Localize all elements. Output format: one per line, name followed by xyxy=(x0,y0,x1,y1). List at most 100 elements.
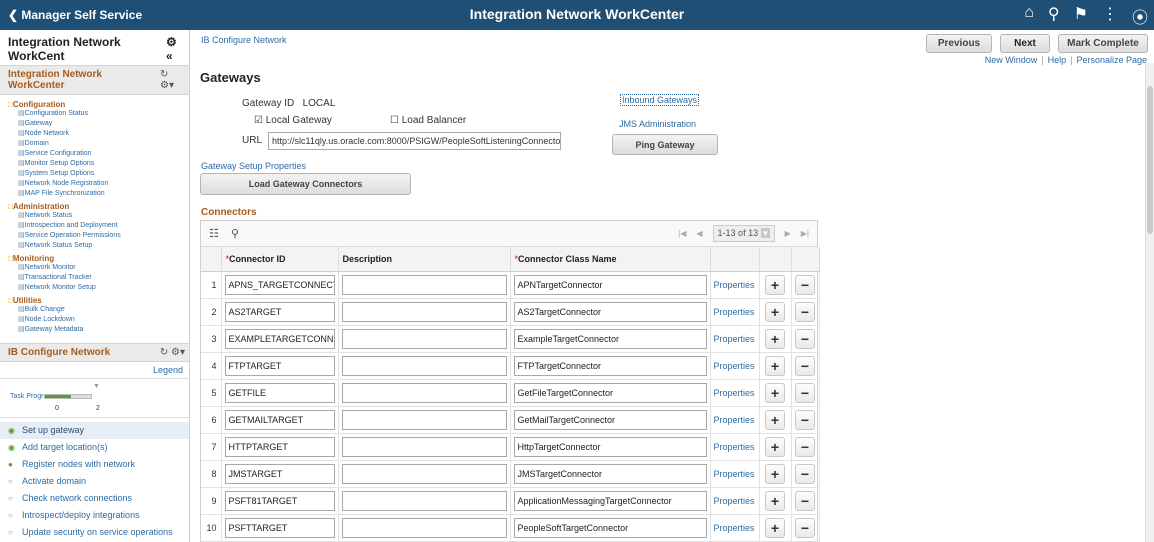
next-button[interactable]: Next xyxy=(1000,34,1050,53)
delete-row-icon[interactable]: − xyxy=(795,328,815,349)
refresh-icon[interactable]: ↻ ⚙▾ xyxy=(160,69,185,91)
next-page-icon[interactable]: ▶ xyxy=(785,229,791,238)
properties-link[interactable]: Properties xyxy=(714,334,755,344)
menu-group-2[interactable]: Monitoring xyxy=(8,254,189,263)
ping-gateway-button[interactable]: Ping Gateway xyxy=(612,134,718,155)
description-field[interactable] xyxy=(341,409,507,430)
task-item[interactable]: ◉ Set up gateway xyxy=(0,422,189,439)
delete-row-icon[interactable]: − xyxy=(795,382,815,403)
new-window-link[interactable]: New Window xyxy=(985,55,1038,65)
legend-link[interactable]: Legend xyxy=(0,362,189,378)
description-field[interactable] xyxy=(341,463,507,484)
delete-row-icon[interactable]: − xyxy=(795,301,815,322)
delete-row-icon[interactable]: − xyxy=(795,409,815,430)
menu-item[interactable]: Service Configuration xyxy=(8,149,189,159)
menu-item[interactable]: Monitor Setup Options xyxy=(8,159,189,169)
description-field[interactable] xyxy=(341,517,507,538)
delete-row-icon[interactable]: − xyxy=(795,517,815,538)
menu-item[interactable]: Introspection and Deployment xyxy=(8,221,189,231)
refresh-icon[interactable]: ↻ ⚙▾ xyxy=(160,347,185,358)
connector-class-field[interactable]: GetMailTargetConnector xyxy=(513,409,707,430)
local-gateway-checkbox[interactable]: ☑ Local Gateway xyxy=(254,115,332,126)
jms-administration-link[interactable]: JMS Administration xyxy=(619,119,696,129)
menu-item[interactable]: Bulk Change xyxy=(8,305,189,315)
connector-id-field[interactable]: FTPTARGET xyxy=(224,355,335,376)
scrollbar[interactable] xyxy=(1145,63,1154,542)
connector-class-field[interactable]: ExampleTargetConnector xyxy=(513,328,707,349)
pane-header-workcenter[interactable]: Integration Network WorkCenter ↻ ⚙▾ xyxy=(0,65,189,95)
menu-item[interactable]: System Setup Options xyxy=(8,169,189,179)
add-row-icon[interactable]: + xyxy=(765,517,785,538)
connector-class-field[interactable]: FTPTargetConnector xyxy=(513,355,707,376)
task-item[interactable]: ○ Introspect/deploy integrations xyxy=(0,507,189,524)
menu-item[interactable]: Service Operation Permissions xyxy=(8,231,189,241)
menu-icon[interactable]: ⋮ xyxy=(1102,4,1118,28)
personalize-grid-icon[interactable]: ☷ xyxy=(209,227,219,240)
menu-item[interactable]: Network Monitor Setup xyxy=(8,283,189,293)
search-icon[interactable]: ⚲ xyxy=(1048,4,1060,28)
flag-icon[interactable]: ⚑ xyxy=(1074,4,1088,28)
connector-class-field[interactable]: PeopleSoftTargetConnector xyxy=(513,517,707,538)
connector-id-field[interactable]: EXAMPLETARGETCONNECTOR xyxy=(224,328,335,349)
description-field[interactable] xyxy=(341,274,507,295)
connector-class-field[interactable]: ApplicationMessagingTargetConnector xyxy=(513,490,707,511)
add-row-icon[interactable]: + xyxy=(765,274,785,295)
row-count[interactable]: 1-13 of 13 ▾ xyxy=(712,225,775,242)
connector-class-field[interactable]: HttpTargetConnector xyxy=(513,436,707,457)
first-page-icon[interactable]: |◀ xyxy=(678,229,686,238)
menu-group-0[interactable]: Configuration xyxy=(8,100,189,109)
load-gateway-connectors-button[interactable]: Load Gateway Connectors xyxy=(200,173,411,195)
menu-item[interactable]: Network Node Registration xyxy=(8,179,189,189)
menu-item[interactable]: Network Status xyxy=(8,211,189,221)
menu-item[interactable]: Node Network xyxy=(8,129,189,139)
properties-link[interactable]: Properties xyxy=(714,442,755,452)
previous-button[interactable]: Previous xyxy=(926,34,992,53)
properties-link[interactable]: Properties xyxy=(714,496,755,506)
pane-header-ib-configure[interactable]: IB Configure Network ↻ ⚙▾ xyxy=(0,343,189,362)
add-row-icon[interactable]: + xyxy=(765,436,785,457)
menu-item[interactable]: Domain xyxy=(8,139,189,149)
compass-icon[interactable]: ⦿ xyxy=(1132,4,1148,28)
menu-item[interactable]: Gateway Metadata xyxy=(8,325,189,335)
properties-link[interactable]: Properties xyxy=(714,280,755,290)
properties-link[interactable]: Properties xyxy=(714,307,755,317)
menu-item[interactable]: Gateway xyxy=(8,119,189,129)
personalize-link[interactable]: Personalize Page xyxy=(1076,55,1147,65)
add-row-icon[interactable]: + xyxy=(765,301,785,322)
scrollbar-thumb[interactable] xyxy=(1147,86,1153,234)
connector-id-field[interactable]: GETMAILTARGET xyxy=(224,409,335,430)
delete-row-icon[interactable]: − xyxy=(795,436,815,457)
last-page-icon[interactable]: ▶| xyxy=(801,229,809,238)
menu-group-1[interactable]: Administration xyxy=(8,202,189,211)
task-item[interactable]: ◉ Add target location(s) xyxy=(0,439,189,456)
load-balancer-checkbox[interactable]: ☐ Load Balancer xyxy=(390,115,466,126)
add-row-icon[interactable]: + xyxy=(765,409,785,430)
connector-id-field[interactable]: GETFILE xyxy=(224,382,335,403)
menu-item[interactable]: MAP File Synchronization xyxy=(8,189,189,199)
task-item[interactable]: ○ Check network connections xyxy=(0,490,189,507)
add-row-icon[interactable]: + xyxy=(765,328,785,349)
properties-link[interactable]: Properties xyxy=(714,523,755,533)
help-link[interactable]: Help xyxy=(1048,55,1067,65)
delete-row-icon[interactable]: − xyxy=(795,490,815,511)
description-field[interactable] xyxy=(341,355,507,376)
add-row-icon[interactable]: + xyxy=(765,355,785,376)
description-field[interactable] xyxy=(341,382,507,403)
connector-id-field[interactable]: AS2TARGET xyxy=(224,301,335,322)
inbound-gateways-link[interactable]: Inbound Gateways xyxy=(620,94,700,106)
home-icon[interactable]: ⌂ xyxy=(1024,4,1034,28)
previous-page-icon[interactable]: ◀ xyxy=(696,229,702,238)
delete-row-icon[interactable]: − xyxy=(795,355,815,376)
delete-row-icon[interactable]: − xyxy=(795,274,815,295)
properties-link[interactable]: Properties xyxy=(714,469,755,479)
connector-id-field[interactable]: APNS_TARGETCONNECTOR xyxy=(224,274,335,295)
connector-id-field[interactable]: HTTPTARGET xyxy=(224,436,335,457)
menu-item[interactable]: Configuration Status xyxy=(8,109,189,119)
url-input[interactable]: http://slc11qly.us.oracle.com:8000/PSIGW… xyxy=(268,132,561,150)
description-field[interactable] xyxy=(341,490,507,511)
menu-item[interactable]: Node Lockdown xyxy=(8,315,189,325)
task-item[interactable]: ○ Activate domain xyxy=(0,473,189,490)
menu-item[interactable]: Transactional Tracker xyxy=(8,273,189,283)
add-row-icon[interactable]: + xyxy=(765,382,785,403)
task-item[interactable]: ● Register nodes with network xyxy=(0,456,189,473)
